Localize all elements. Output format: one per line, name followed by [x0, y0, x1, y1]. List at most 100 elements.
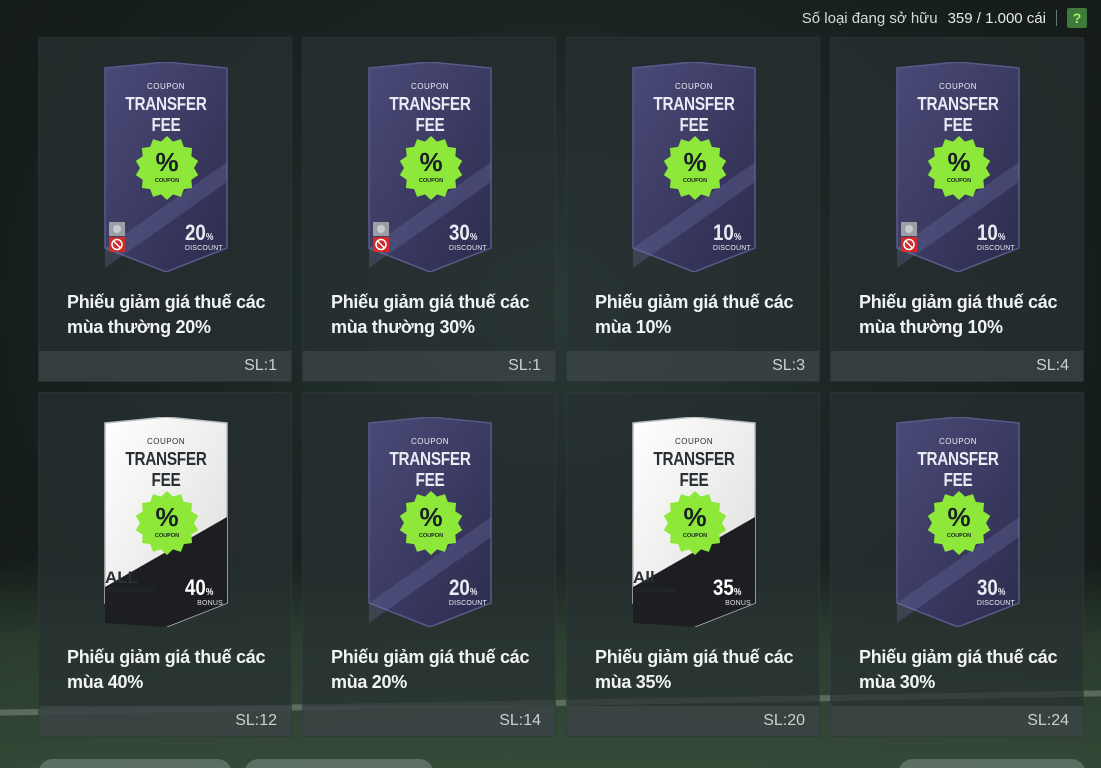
percent-badge-icon: % COUPON — [926, 490, 992, 556]
percent-type-label: DISCOUNT — [448, 600, 487, 607]
lock-icon — [901, 222, 917, 252]
coupon-name: Phiếu giảm giá thuế các mùa thường 10% — [859, 292, 1058, 337]
coupon-card: COUPON TRANSFER FEE % COUPON 30% DISCOUN… — [891, 417, 1025, 627]
coupon-small-label: COUPON — [410, 82, 450, 91]
owned-label: Số loại đang sở hữu — [801, 9, 938, 27]
percent-value: 40% — [184, 575, 213, 600]
coupon-card: COUPON TRANSFER FEE % COUPON All CLASS I… — [627, 417, 761, 627]
svg-text:COUPON: COUPON — [155, 533, 179, 539]
percent-value: 20% — [184, 220, 213, 245]
percent-value: 20% — [448, 575, 477, 600]
percent-value: 10% — [976, 220, 1005, 245]
svg-text:%: % — [419, 147, 442, 177]
coupon-tile[interactable]: COUPON TRANSFER FEE % COUPON 30% DISCOUN… — [830, 392, 1084, 737]
tile-footer: SL:14 — [303, 706, 555, 736]
percent-badge-icon: % COUPON — [134, 490, 200, 556]
svg-text:COUPON: COUPON — [155, 178, 179, 184]
transfer-fee-title: TRANSFER FEE — [653, 94, 735, 135]
percent-value: 30% — [448, 220, 477, 245]
coupon-name: Phiếu giảm giá thuế các mùa thường 20% — [67, 292, 266, 337]
lock-icon — [109, 222, 125, 252]
svg-text:%: % — [419, 502, 442, 532]
svg-text:COUPON: COUPON — [947, 178, 971, 184]
svg-text:COUPON: COUPON — [683, 533, 707, 539]
percent-type-label: DISCOUNT — [976, 600, 1015, 607]
coupon-card: COUPON TRANSFER FEE % COUPON — [99, 62, 233, 272]
percent-type-label: DISCOUNT — [184, 245, 223, 252]
percent-badge-icon: % COUPON — [398, 490, 464, 556]
tile-footer: SL:24 — [831, 706, 1083, 736]
svg-text:COUPON: COUPON — [683, 178, 707, 184]
percent-type-label: DISCOUNT — [712, 245, 751, 252]
bottom-button-1[interactable] — [38, 759, 232, 768]
svg-text:%: % — [947, 502, 970, 532]
coupon-quantity: SL:14 — [499, 712, 541, 729]
class-big-label: All — [633, 568, 655, 587]
coupon-grid: COUPON TRANSFER FEE % COUPON 20% DISCOUN… — [38, 37, 1084, 737]
coupon-quantity: SL:3 — [772, 357, 805, 374]
owned-count: 359 / 1.000 cái — [947, 9, 1046, 27]
percent-badge-icon: % COUPON — [662, 490, 728, 556]
coupon-small-label: COUPON — [410, 437, 450, 446]
transfer-fee-title: TRANSFER FEE — [125, 449, 207, 490]
coupon-quantity: SL:1 — [508, 357, 541, 374]
coupon-quantity: SL:4 — [1036, 357, 1069, 374]
tile-footer: SL:3 — [567, 351, 819, 381]
coupon-card: COUPON TRANSFER FEE % COUPON — [891, 62, 1025, 272]
coupon-card: COUPON TRANSFER FEE % COUPON 20% DISCOUN… — [363, 417, 497, 627]
coupon-name: Phiếu giảm giá thuế các mùa 10% — [595, 292, 794, 337]
svg-text:%: % — [947, 147, 970, 177]
percent-value: 35% — [712, 575, 741, 600]
coupon-small-label: COUPON — [674, 437, 714, 446]
svg-text:%: % — [683, 147, 706, 177]
svg-text:%: % — [683, 502, 706, 532]
coupon-tile[interactable]: COUPON TRANSFER FEE % COUPON — [302, 37, 556, 382]
svg-text:COUPON: COUPON — [947, 533, 971, 539]
percent-type-label: BONUS — [725, 600, 751, 607]
coupon-name: Phiếu giảm giá thuế các mùa 40% — [67, 647, 266, 692]
coupon-name: Phiếu giảm giá thuế các mùa 30% — [859, 647, 1058, 692]
coupon-small-label: COUPON — [938, 82, 978, 91]
transfer-fee-title: TRANSFER FEE — [653, 449, 735, 490]
coupon-small-label: COUPON — [146, 437, 186, 446]
coupon-name: Phiếu giảm giá thuế các mùa thường 30% — [331, 292, 530, 337]
svg-text:COUPON: COUPON — [419, 533, 443, 539]
svg-text:%: % — [155, 147, 178, 177]
class-sub-label: CLASS INCLUDE — [107, 588, 155, 594]
coupon-tile[interactable]: COUPON TRANSFER FEE % COUPON — [830, 37, 1084, 382]
coupon-tile[interactable]: COUPON TRANSFER FEE % COUPON 10% DISCOUN… — [566, 37, 820, 382]
help-button[interactable]: ? — [1067, 8, 1087, 28]
coupon-tile[interactable]: COUPON TRANSFER FEE % COUPON — [38, 37, 292, 382]
bottom-button-3[interactable] — [898, 759, 1086, 768]
percent-type-label: DISCOUNT — [976, 245, 1015, 252]
coupon-quantity: SL:12 — [235, 712, 277, 729]
coupon-card: COUPON TRANSFER FEE % COUPON ALL CLASS I… — [99, 417, 233, 627]
coupon-tile[interactable]: COUPON TRANSFER FEE % COUPON All CLASS I… — [566, 392, 820, 737]
svg-text:%: % — [155, 502, 178, 532]
coupon-tile[interactable]: COUPON TRANSFER FEE % COUPON ALL CLASS I… — [38, 392, 292, 737]
bottom-button-2[interactable] — [244, 759, 434, 768]
coupon-quantity: SL:24 — [1027, 712, 1069, 729]
percent-badge-icon: % COUPON — [662, 135, 728, 201]
tile-footer: SL:12 — [39, 706, 291, 736]
transfer-fee-title: TRANSFER FEE — [389, 449, 471, 490]
percent-badge-icon: % COUPON — [134, 135, 200, 201]
divider — [1056, 10, 1057, 26]
coupon-small-label: COUPON — [146, 82, 186, 91]
transfer-fee-title: TRANSFER FEE — [389, 94, 471, 135]
coupon-tile[interactable]: COUPON TRANSFER FEE % COUPON 20% DISCOUN… — [302, 392, 556, 737]
transfer-fee-title: TRANSFER FEE — [917, 94, 999, 135]
coupon-card: COUPON TRANSFER FEE % COUPON 10% DISCOUN… — [627, 62, 761, 272]
class-sub-label: CLASS Include — [635, 588, 676, 594]
inventory-header: Số loại đang sở hữu 359 / 1.000 cái ? — [802, 6, 1087, 30]
percent-value: 10% — [712, 220, 741, 245]
tile-footer: SL:1 — [39, 351, 291, 381]
coupon-quantity: SL:1 — [244, 357, 277, 374]
coupon-name: Phiếu giảm giá thuế các mùa 20% — [331, 647, 530, 692]
tile-footer: SL:20 — [567, 706, 819, 736]
tile-footer: SL:4 — [831, 351, 1083, 381]
lock-icon — [373, 222, 389, 252]
coupon-name: Phiếu giảm giá thuế các mùa 35% — [595, 647, 794, 692]
percent-value: 30% — [976, 575, 1005, 600]
percent-badge-icon: % COUPON — [926, 135, 992, 201]
